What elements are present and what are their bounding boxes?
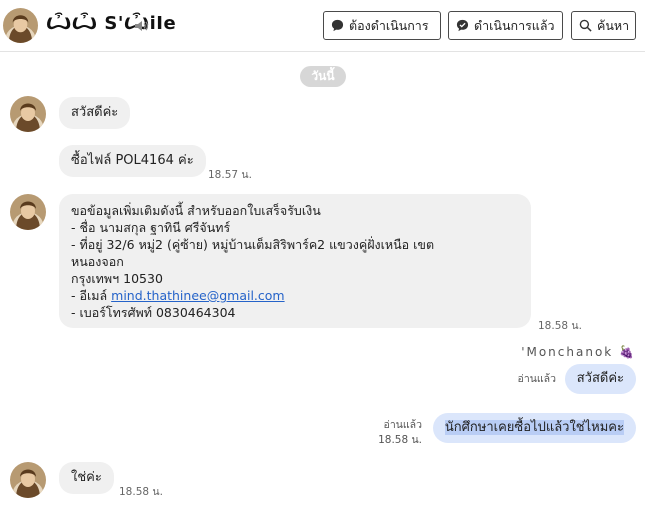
message-bubble-incoming[interactable]: ขอข้อมูลเพิ่มเติมดังนี้ สำหรับออกใบเสร็จ… (59, 194, 531, 328)
message-line: - ที่อยู่ 32/6 หมู่2 (คู่ซ้าย) หมู่บ้านเ… (71, 237, 435, 252)
message-line: กรุงเทพฯ 10530 (71, 271, 163, 286)
search-button-label: ค้นหา (597, 17, 630, 33)
chat-check-icon (456, 19, 469, 32)
search-button[interactable]: ค้นหา (571, 11, 636, 40)
contact-avatar-small[interactable] (10, 462, 46, 498)
read-status: อ่านแล้ว (517, 373, 556, 385)
todo-button-label: ต้องดำเนินการ (349, 17, 429, 33)
message-time: 18.57 น. (208, 169, 252, 181)
date-separator: วันนี้ (300, 66, 346, 87)
message-bubble-incoming[interactable]: ซื้อไฟล์ POL4164 ค่ะ (59, 145, 206, 177)
message-time: 18.58 น. (378, 434, 422, 446)
read-status-block: อ่านแล้ว 18.58 น. (378, 418, 422, 448)
search-icon (579, 19, 592, 32)
message-bubble-outgoing[interactable]: นักศึกษาเคยซื้อไปแล้วใช่ไหมคะ (432, 413, 636, 443)
chat-header: ѼѼ S'ѼiIe ต้องดำเนินการ ดำเนินการแล้ว ค้… (0, 0, 645, 52)
message-text: สวัสดีค่ะ (576, 371, 624, 386)
message-text: นักศึกษาเคยซื้อไปแล้วใช่ไหมคะ (444, 420, 624, 435)
message-time: 18.58 น. (538, 320, 582, 332)
chat-bubble-icon (331, 19, 344, 32)
done-button[interactable]: ดำเนินการแล้ว (448, 11, 563, 40)
contact-name[interactable]: ѼѼ S'ѼiIe (46, 13, 176, 34)
message-time: 18.58 น. (119, 486, 163, 498)
agent-name: 'Monchanok 🍇 (521, 345, 636, 359)
email-prefix: - อีเมล์ (71, 288, 112, 303)
contact-avatar-small[interactable] (10, 96, 46, 132)
message-text: สวัสดีค่ะ (71, 105, 119, 120)
todo-button[interactable]: ต้องดำเนินการ (323, 11, 441, 40)
contact-avatar[interactable] (3, 8, 38, 43)
message-text: ใช่ค่ะ (71, 470, 102, 485)
message-bubble-incoming[interactable]: สวัสดีค่ะ (59, 97, 131, 129)
message-bubble-incoming[interactable]: ใช่ค่ะ (59, 462, 114, 494)
email-link[interactable]: mind.thathinee@gmail.com (111, 288, 284, 303)
message-line: หนองจอก (71, 254, 124, 269)
message-line: - อีเมล์ mind.thathinee@gmail.com (71, 287, 519, 304)
done-button-label: ดำเนินการแล้ว (474, 17, 555, 33)
message-text: ซื้อไฟล์ POL4164 ค่ะ (71, 153, 194, 168)
message-line: - ชื่อ นามสกุล ฐาทินี ศรีจันทร์ (71, 220, 231, 235)
message-bubble-outgoing[interactable]: สวัสดีค่ะ (564, 364, 636, 394)
read-status: อ่านแล้ว (383, 419, 422, 431)
contact-avatar-small[interactable] (10, 194, 46, 230)
message-line: ขอข้อมูลเพิ่มเติมดังนี้ สำหรับออกใบเสร็จ… (71, 203, 321, 218)
message-line: - เบอร์โทรศัพท์ 0830464304 (71, 305, 236, 320)
speaker-icon[interactable] (133, 18, 149, 34)
